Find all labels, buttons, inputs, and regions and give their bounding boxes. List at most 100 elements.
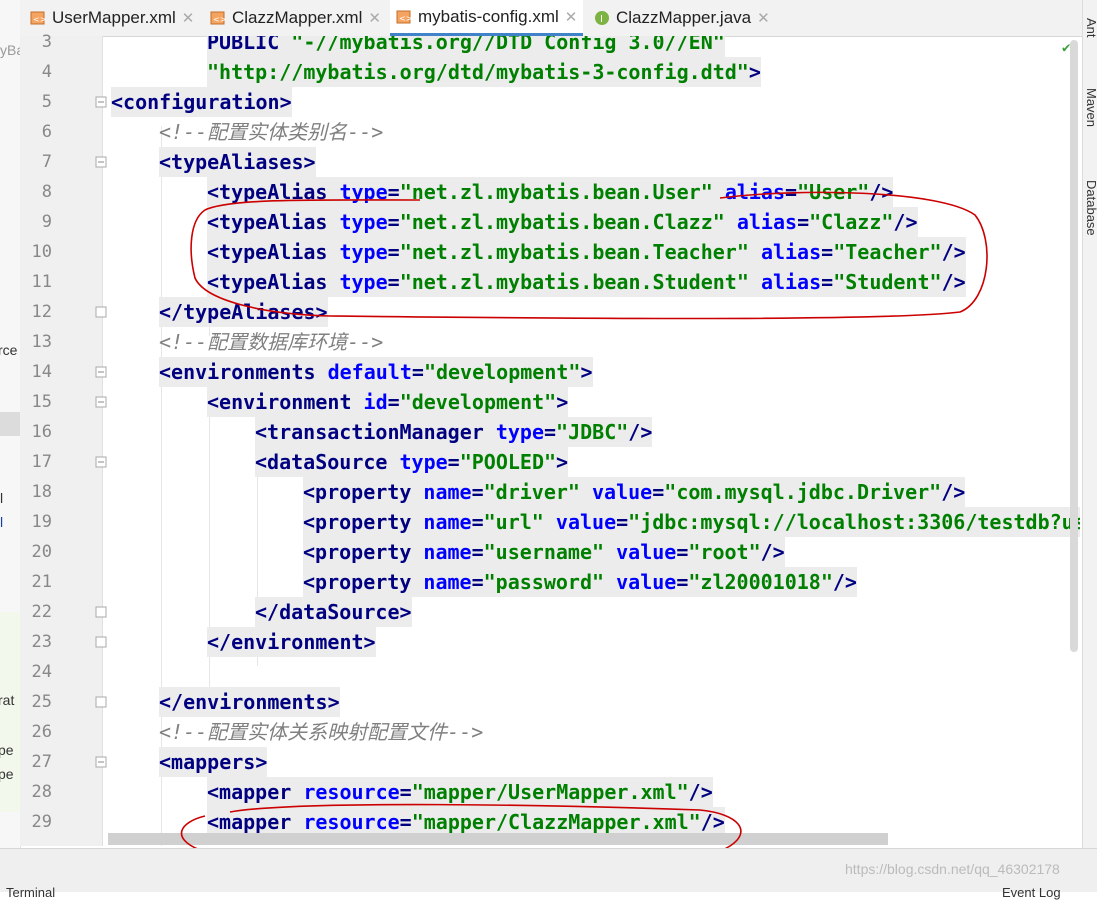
fold-open-icon[interactable]	[95, 156, 107, 168]
svg-text:<>: <>	[33, 15, 46, 24]
code-token: "net.zl.mybatis.bean.User"	[399, 180, 713, 204]
terminal-tab[interactable]: Terminal	[6, 885, 55, 900]
code-token: <typeAlias	[207, 180, 328, 204]
code-token: <mapper	[207, 780, 292, 804]
doctype-public: PUBLIC	[207, 36, 280, 54]
line-number: 26	[31, 722, 52, 742]
code-token: <mapper	[207, 810, 292, 834]
code-editor[interactable]: PUBLIC "-//mybatis.org//DTD Config 3.0//…	[108, 36, 1080, 846]
code-token: />	[941, 240, 966, 264]
tool-maven[interactable]: Maven	[1084, 88, 1097, 127]
panel-fragment: rce	[0, 342, 18, 358]
code-token: />	[760, 540, 785, 564]
code-token: />	[688, 780, 713, 804]
line-number: 3	[41, 32, 52, 52]
code-line: </environments>	[159, 687, 340, 717]
event-log-tab[interactable]: Event Log	[1002, 885, 1061, 900]
fold-end-icon[interactable]	[95, 696, 107, 708]
vertical-scrollbar[interactable]	[1070, 40, 1078, 652]
line-number: 12	[31, 302, 52, 322]
line-number: 28	[31, 782, 52, 802]
fold-open-icon[interactable]	[95, 396, 107, 408]
code-token: type	[495, 420, 544, 444]
code-token: "driver"	[483, 480, 580, 504]
code-line: </dataSource>	[255, 597, 412, 627]
line-number: 20	[31, 542, 52, 562]
code-token: />	[832, 570, 857, 594]
code-token: "net.zl.mybatis.bean.Clazz"	[399, 210, 725, 234]
fold-open-icon[interactable]	[95, 96, 107, 108]
code-token: name	[423, 540, 472, 564]
doctype-dtd-url: "http://mybatis.org/dtd/mybatis-3-config…	[207, 60, 749, 84]
watermark: https://blog.csdn.net/qq_46302178	[845, 861, 1060, 877]
code-token: value	[592, 480, 653, 504]
code-token: value	[616, 570, 677, 594]
panel-fragment: pe	[0, 766, 14, 782]
comment-environment: <!--配置数据库环境-->	[159, 330, 384, 354]
code-line: <typeAliases>	[159, 147, 316, 177]
code-line: <transactionManager type="JDBC"/>	[255, 417, 653, 447]
tool-ant[interactable]: Ant	[1084, 18, 1097, 38]
code-line: <!--配置实体类别名-->	[159, 117, 383, 147]
tag-typealiases-open: <typeAliases>	[159, 150, 316, 174]
tab-label: UserMapper.xml	[52, 8, 176, 27]
panel-fragment: l	[0, 490, 4, 506]
tab-clazzmapper-xml[interactable]: <> ClazzMapper.xml ✕	[210, 0, 381, 36]
line-number: 21	[31, 572, 52, 592]
code-line: <environment id="development">	[207, 387, 569, 417]
close-icon[interactable]: ✕	[368, 9, 381, 27]
tab-mybatis-config-xml[interactable]: <> mybatis-config.xml ✕	[390, 0, 584, 36]
code-token: "com.mysql.jdbc.Driver"	[664, 480, 942, 504]
comment-type-aliases: <!--配置实体类别名-->	[159, 120, 384, 144]
code-line: <property name="username" value="root"/>	[303, 537, 785, 567]
project-panel-edge[interactable]: yBa rce l l rat pe pe	[0, 0, 21, 891]
code-token: alias	[760, 270, 822, 294]
tab-clazzmapper-java[interactable]: I ClazzMapper.java ✕	[594, 0, 770, 36]
tag-environment-close: </environment>	[207, 630, 376, 654]
code-token: />	[869, 180, 894, 204]
code-token: type	[339, 210, 388, 234]
code-token: <environment	[207, 390, 352, 414]
code-token: "development"	[399, 390, 557, 414]
line-number: 7	[41, 152, 52, 172]
line-number: 10	[31, 242, 52, 262]
code-token: alias	[736, 210, 798, 234]
tag-environments-close: </environments>	[159, 690, 340, 714]
svg-text:<>: <>	[213, 15, 226, 24]
code-token: />	[700, 810, 725, 834]
close-icon[interactable]: ✕	[757, 9, 770, 27]
fold-end-icon[interactable]	[95, 636, 107, 648]
fold-open-icon[interactable]	[95, 456, 107, 468]
code-token: <dataSource	[255, 450, 388, 474]
tag-configuration-open: <configuration>	[111, 90, 292, 114]
code-line: <typeAlias type="net.zl.mybatis.bean.Use…	[207, 177, 894, 207]
code-token: "User"	[797, 180, 870, 204]
code-line: </typeAliases>	[159, 297, 328, 327]
fold-end-icon[interactable]	[95, 606, 107, 618]
line-number: 29	[31, 812, 52, 832]
close-icon[interactable]: ✕	[182, 9, 195, 27]
fold-open-icon[interactable]	[95, 366, 107, 378]
close-icon[interactable]: ✕	[565, 8, 578, 26]
xml-file-icon: <>	[396, 10, 412, 23]
line-number: 8	[41, 182, 52, 202]
code-token: resource	[303, 810, 400, 834]
code-token: id	[363, 390, 388, 414]
code-token: <property	[303, 540, 412, 564]
fold-end-icon[interactable]	[95, 306, 107, 318]
code-token: "development"	[423, 360, 581, 384]
code-token: <environments	[159, 360, 316, 384]
line-number: 25	[31, 692, 52, 712]
code-line: <configuration>	[111, 87, 292, 117]
horizontal-scrollbar[interactable]	[108, 833, 888, 845]
code-line: <property name="driver" value="com.mysql…	[303, 477, 966, 507]
tab-usermapper-xml[interactable]: <> UserMapper.xml ✕	[30, 0, 194, 36]
code-token: "Clazz"	[809, 210, 894, 234]
line-number: 13	[31, 332, 52, 352]
code-line: <property name="url" value="jdbc:mysql:/…	[303, 507, 1080, 537]
tool-database[interactable]: Database	[1084, 180, 1097, 236]
doctype-public-id: "-//mybatis.org//DTD Config 3.0//EN"	[291, 36, 725, 54]
code-token: alias	[760, 240, 822, 264]
fold-open-icon[interactable]	[95, 756, 107, 768]
code-line: <typeAlias type="net.zl.mybatis.bean.Cla…	[207, 207, 918, 237]
